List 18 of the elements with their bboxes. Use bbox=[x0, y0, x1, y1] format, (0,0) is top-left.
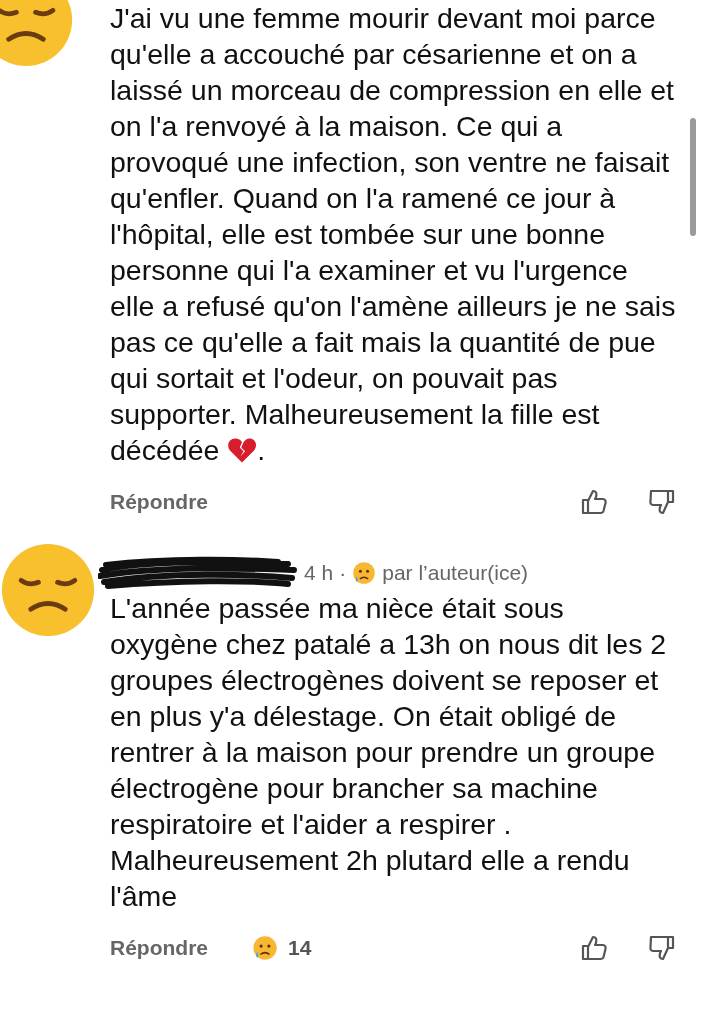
sad-emoji-icon bbox=[252, 935, 278, 961]
thumbs-up-icon[interactable] bbox=[580, 934, 608, 962]
comment-text: décédée bbox=[110, 433, 220, 468]
author-label: par l’auteur(ice) bbox=[382, 561, 529, 585]
comment-age: 4 h bbox=[304, 561, 334, 585]
thumbs-up-icon[interactable] bbox=[580, 488, 608, 516]
thumbs-down-icon[interactable] bbox=[648, 934, 676, 962]
reaction-count: 14 bbox=[288, 936, 312, 960]
broken-heart-icon bbox=[227, 436, 258, 464]
reply-link[interactable]: Répondre bbox=[110, 936, 208, 960]
separator-dot: · bbox=[339, 561, 347, 585]
comment-text: L'année passée ma nièce était sous oxygène chez patalé a 13h on nous dit les 2 groupes électrogènes doivent se reposer et en plus y'a délestage. On était obligé de rentrer à la maison pour prendre un groupe électrogène pour brancher sa machine respiratoire et l'aider a respirer . Malheureusement 2h plutard elle a rendu l'âme bbox=[110, 591, 668, 914]
thumbs-down-icon[interactable] bbox=[648, 488, 676, 516]
avatar-icon bbox=[0, 542, 96, 638]
scrollbar[interactable] bbox=[690, 118, 696, 236]
comment-text: . bbox=[257, 433, 266, 468]
reply-link[interactable]: Répondre bbox=[110, 490, 208, 514]
sad-emoji-icon bbox=[352, 561, 377, 585]
